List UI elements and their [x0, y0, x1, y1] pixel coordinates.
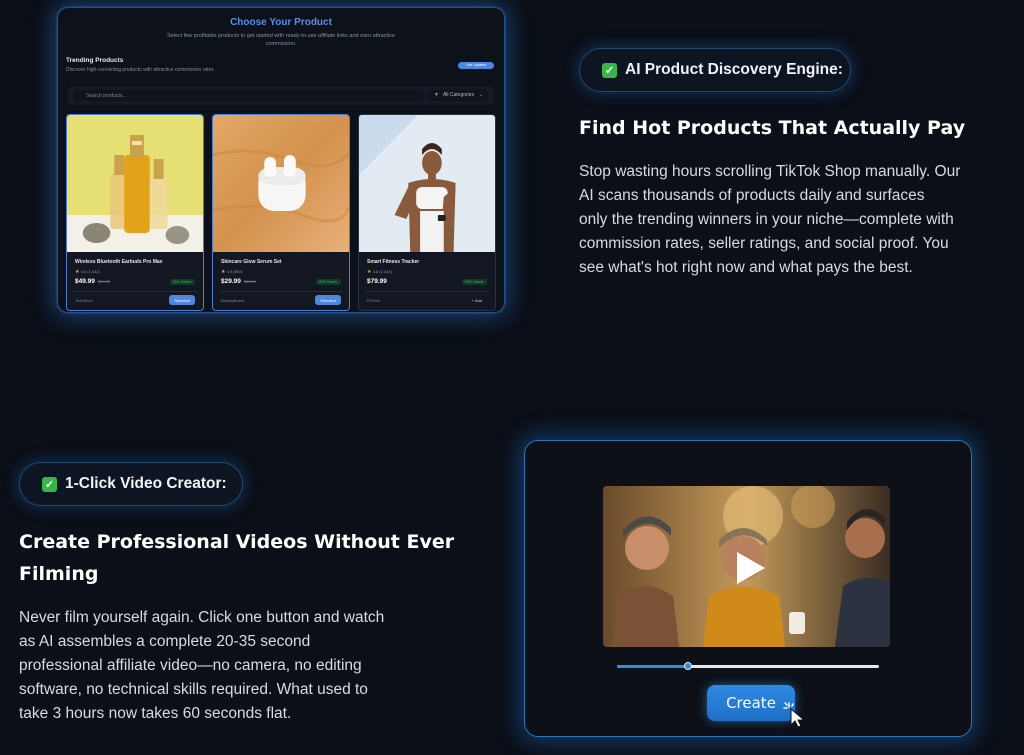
- panel-title: Choose Your Product: [230, 17, 332, 28]
- brand-name: FitTech: [367, 298, 380, 303]
- product-rating: ★ 4.6 (2,341): [367, 269, 392, 275]
- commission-badge: 15% Comm.: [169, 279, 195, 285]
- divider: [219, 291, 343, 292]
- filter-icon: ▼: [434, 92, 439, 98]
- star-icon: ★: [221, 269, 226, 275]
- old-price: $59.99: [243, 279, 257, 284]
- product-price: $79.99: [367, 278, 387, 285]
- product-image: [67, 115, 203, 252]
- commission-badge: 20% Comm.: [315, 279, 341, 285]
- filter-label: All Categories: [442, 92, 475, 98]
- live-updates-badge: Live Updates: [458, 62, 494, 69]
- product-image: [359, 115, 495, 252]
- add-button[interactable]: + Add: [467, 295, 487, 305]
- divider: [73, 291, 197, 292]
- video-preview[interactable]: [603, 486, 890, 647]
- commission-badge: 15% Comm.: [461, 279, 487, 285]
- product-rating: ★ 4.9 (892): [221, 269, 243, 275]
- product-name: Smart Fitness Tracker: [367, 259, 420, 265]
- brand-name: TechStore: [75, 298, 94, 303]
- feature-description: Stop wasting hours scrolling TikTok Shop…: [579, 163, 961, 276]
- create-button[interactable]: Create: [707, 685, 795, 721]
- product-name: Skincare Glow Serum Set: [221, 259, 282, 265]
- feature-pill-product-discovery: ✓ AI Product Discovery Engine:: [579, 48, 851, 92]
- video-creator-panel: Create: [524, 440, 972, 737]
- feature-pill-video-creator: ✓ 1-Click Video Creator:: [19, 462, 243, 506]
- star-icon: ★: [367, 269, 372, 275]
- feature-heading: Create Professional Videos Without Ever …: [19, 531, 455, 585]
- star-icon: ★: [75, 269, 80, 275]
- product-card-earbuds[interactable]: Wireless Bluetooth Earbuds Pro Max ★ 4.8…: [66, 114, 204, 311]
- check-icon: ✓: [42, 476, 57, 492]
- panel-subtitle: Select few profitable products to get st…: [167, 33, 395, 47]
- brand-name: BeautyBrand: [221, 298, 245, 303]
- video-progress-bar[interactable]: [617, 662, 879, 670]
- divider: [365, 291, 489, 292]
- selected-button[interactable]: Selected: [315, 295, 341, 305]
- progress-knob[interactable]: [683, 662, 692, 670]
- product-card-fitness-tracker[interactable]: Smart Fitness Tracker ★ 4.6 (2,341) $79.…: [358, 114, 496, 311]
- old-price: $99.99: [97, 279, 111, 284]
- feature-description: Never film yourself again. Click one but…: [19, 609, 385, 722]
- progress-fill: [617, 665, 688, 668]
- product-image: [213, 115, 349, 252]
- trending-subtitle: Discover high-converting products with a…: [66, 67, 214, 73]
- product-card-serum[interactable]: Skincare Glow Serum Set ★ 4.9 (892) $29.…: [212, 114, 350, 311]
- selected-button[interactable]: Selected: [169, 295, 195, 305]
- feature-heading: Find Hot Products That Actually Pay: [579, 117, 966, 139]
- search-input[interactable]: [74, 90, 424, 101]
- check-icon: ✓: [602, 62, 617, 78]
- play-icon[interactable]: [731, 550, 767, 586]
- product-cards: Wireless Bluetooth Earbuds Pro Max ★ 4.8…: [66, 114, 496, 312]
- cursor-click-icon: [783, 702, 806, 728]
- chevron-down-icon: ⌄: [478, 92, 483, 98]
- feature-pill-label: AI Product Discovery Engine:: [625, 61, 843, 78]
- product-selection-panel: Choose Your Product Select few profitabl…: [58, 8, 504, 312]
- search-bar: ▼All Categories ⌄: [68, 86, 494, 105]
- product-price: $29.99 $59.99: [221, 278, 257, 285]
- product-name: Wireless Bluetooth Earbuds Pro Max: [75, 259, 163, 265]
- feature-pill-label: 1-Click Video Creator:: [65, 475, 227, 492]
- product-rating: ★ 4.8 (1,542): [75, 269, 100, 275]
- product-price: $49.99 $99.99: [75, 278, 111, 285]
- category-filter[interactable]: ▼ All Categories ⌄: [428, 90, 488, 101]
- trending-title: Trending Products: [66, 57, 124, 64]
